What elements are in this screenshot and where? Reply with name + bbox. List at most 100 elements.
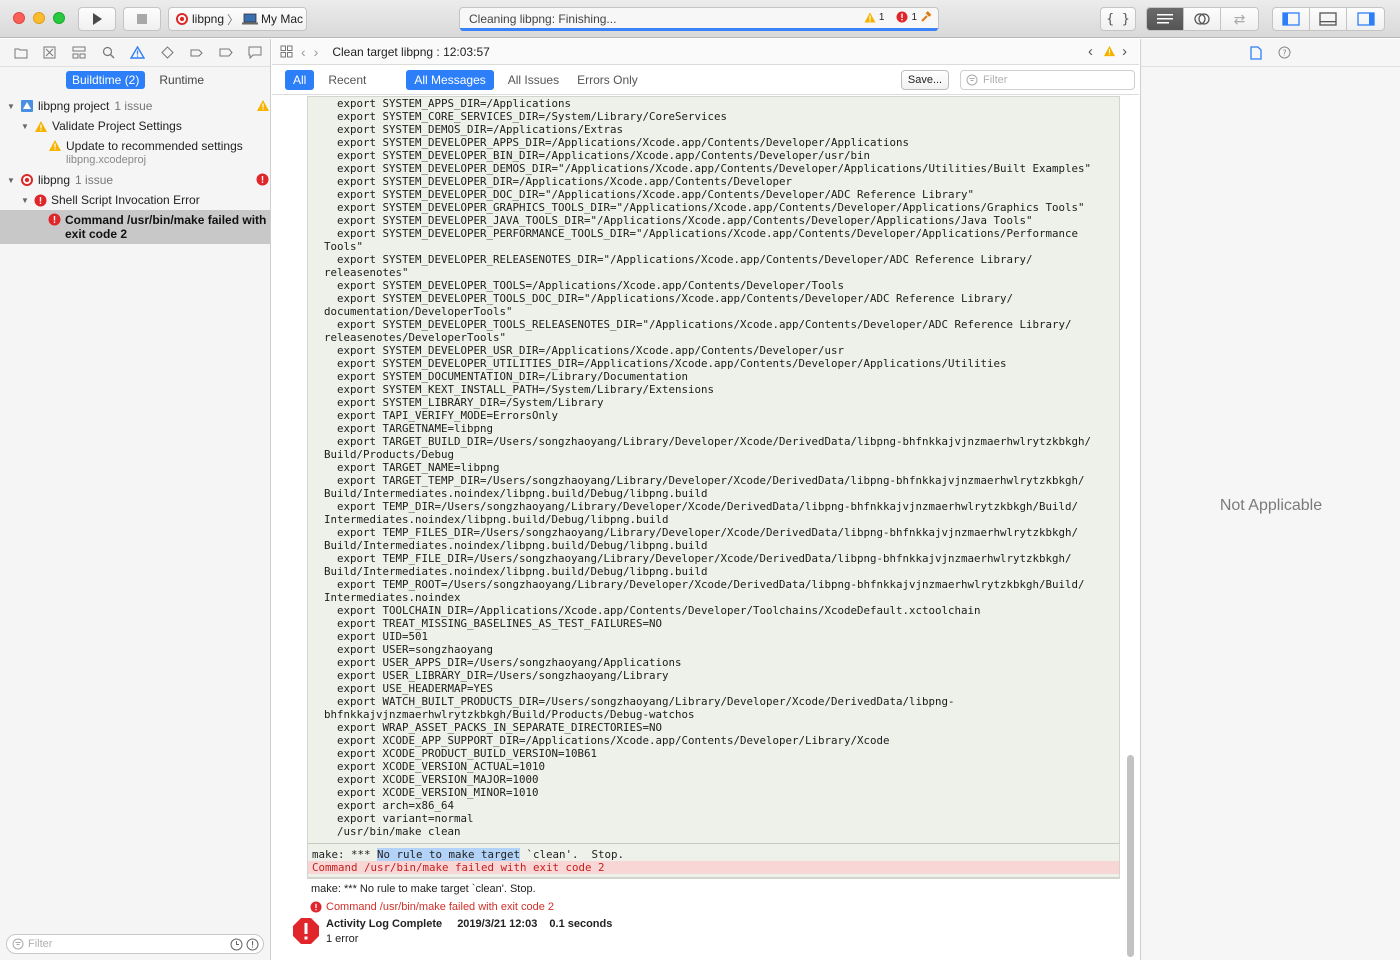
source-control-icon[interactable] <box>35 43 64 63</box>
grid-icon[interactable] <box>280 45 293 58</box>
issue-count: 1 issue <box>75 173 114 187</box>
tree-label: Update to recommended settings <box>66 139 243 153</box>
zoom-window-button[interactable] <box>53 12 65 24</box>
play-icon <box>93 13 102 25</box>
debug-icon[interactable] <box>182 43 211 63</box>
assistant-editor-button[interactable] <box>1184 8 1221 30</box>
previous-issue-icon[interactable]: ‹ <box>1088 43 1093 60</box>
tree-label: libpng <box>38 173 71 187</box>
activity-viewer[interactable]: Cleaning libpng: Finishing... 1 1 <box>459 7 939 31</box>
stop-button[interactable] <box>123 7 161 31</box>
issue-warning-icon[interactable] <box>123 43 152 63</box>
log-editor: ‹ › Clean target libpng : 12:03:57 ‹ › A… <box>272 39 1139 960</box>
tree-row-libpng-project[interactable]: ▼ libpng project 1 issue <box>0 96 270 116</box>
file-inspector-icon[interactable] <box>1250 45 1262 60</box>
error-icon <box>896 11 908 23</box>
warning-icon[interactable] <box>1103 45 1116 57</box>
highlighted-text: No rule to make target <box>377 848 521 861</box>
filter-icon <box>966 74 978 86</box>
tree-row-shell-script-error[interactable]: ▼ Shell Script Invocation Error <box>0 190 270 210</box>
search-icon[interactable] <box>94 43 123 63</box>
warning-icon <box>864 12 876 22</box>
forward-chevron-icon[interactable]: › <box>314 44 319 60</box>
log-title[interactable]: Clean target libpng : 12:03:57 <box>332 45 489 59</box>
complete-duration: 0.1 seconds <box>549 918 613 930</box>
navigator-filter-field[interactable]: Filter <box>6 934 264 954</box>
build-runtime-toggle: Buildtime (2) Runtime <box>0 67 270 93</box>
breakpoint-icon[interactable] <box>211 43 240 63</box>
error-count: 1 <box>911 11 917 23</box>
disclosure-down-icon[interactable]: ▼ <box>20 195 30 205</box>
tree-row-validate-settings[interactable]: ▼ Validate Project Settings <box>0 116 270 136</box>
back-chevron-icon[interactable]: ‹ <box>301 44 306 60</box>
filter-tab-errors-only[interactable]: Errors Only <box>569 70 646 90</box>
destination-name: My Mac <box>261 12 304 26</box>
filter-tab-all-messages[interactable]: All Messages <box>406 69 494 90</box>
warning-count: 1 <box>878 11 885 23</box>
next-issue-icon[interactable]: › <box>1122 43 1127 60</box>
disclosure-down-icon[interactable]: ▼ <box>6 101 16 111</box>
error-icon <box>256 173 269 186</box>
clock-icon[interactable] <box>230 938 243 951</box>
minimize-window-button[interactable] <box>33 12 45 24</box>
arrows-icon: ⇄ <box>1233 10 1246 27</box>
issue-tree: ▼ libpng project 1 issue ▼ Validate Proj… <box>0 96 270 244</box>
issue-filter-icon[interactable] <box>246 938 259 951</box>
save-button[interactable]: Save... <box>901 70 949 90</box>
tree-row-update-settings[interactable]: Update to recommended settings libpng.xc… <box>0 136 270 170</box>
error-icon <box>310 901 322 913</box>
log-filter-field[interactable]: Filter <box>960 70 1135 90</box>
help-inspector-icon[interactable]: ? <box>1278 46 1291 59</box>
standard-editor-button[interactable] <box>1147 8 1184 30</box>
close-window-button[interactable] <box>13 12 25 24</box>
error-message-row[interactable]: Command /usr/bin/make failed with exit c… <box>310 901 554 913</box>
library-button[interactable]: { } <box>1100 7 1136 31</box>
run-button[interactable] <box>78 7 116 31</box>
toggle-navigator-button[interactable] <box>1273 8 1310 30</box>
tab-buildtime[interactable]: Buildtime (2) <box>66 71 146 89</box>
make-output-line: make: *** No rule to make target `clean'… <box>308 844 1119 861</box>
complete-title: Activity Log Complete <box>326 918 443 930</box>
target-icon <box>176 13 188 25</box>
complete-date: 2019/3/21 12:03 <box>457 918 538 930</box>
issue-badges[interactable]: 1 1 <box>864 11 932 23</box>
version-editor-button[interactable]: ⇄ <box>1221 8 1258 30</box>
scheme-selector[interactable]: libpng 〉 My Mac <box>168 7 307 31</box>
activity-status-text: Cleaning libpng: Finishing... <box>469 12 617 26</box>
filter-tab-all-issues[interactable]: All Issues <box>500 70 567 90</box>
tree-row-libpng-target[interactable]: ▼ libpng 1 issue <box>0 170 270 190</box>
complete-error-count: 1 error <box>326 933 359 945</box>
tree-label: Shell Script Invocation Error <box>51 193 200 207</box>
issue-count: 1 issue <box>114 99 153 113</box>
disclosure-down-icon[interactable]: ▼ <box>6 175 16 185</box>
environment-exports: export SYSTEM_APPS_DIR=/Applications exp… <box>324 97 1092 838</box>
toggle-debug-area-button[interactable] <box>1310 8 1347 30</box>
window-toolbar: libpng 〉 My Mac Cleaning libpng: Finishi… <box>0 0 1400 38</box>
warning-icon <box>35 120 47 132</box>
test-diamond-icon[interactable] <box>153 43 182 63</box>
disclosure-down-icon[interactable]: ▼ <box>20 121 30 131</box>
mac-laptop-icon <box>242 13 259 25</box>
folder-icon[interactable] <box>6 43 35 63</box>
tree-row-command-failed[interactable]: Command /usr/bin/make failed with exit c… <box>0 210 270 244</box>
toggle-inspector-button[interactable] <box>1347 8 1384 30</box>
report-icon[interactable] <box>241 43 270 63</box>
tab-runtime[interactable]: Runtime <box>153 71 210 89</box>
project-icon <box>21 100 33 112</box>
not-applicable-label: Not Applicable <box>1219 497 1323 514</box>
filter-tab-all[interactable]: All <box>285 69 315 90</box>
editor-mode-control[interactable]: ⇄ <box>1146 7 1259 31</box>
scheme-name: libpng <box>192 12 225 26</box>
hierarchy-icon[interactable] <box>65 43 94 63</box>
filter-placeholder: Filter <box>28 938 53 950</box>
tree-sublabel: libpng.xcodeproj <box>66 154 147 166</box>
plain-make-output: make: *** No rule to make target `clean'… <box>311 883 536 895</box>
error-icon <box>48 213 61 226</box>
error-icon <box>34 194 47 206</box>
view-toggle-control[interactable] <box>1272 7 1385 31</box>
tree-label: Validate Project Settings <box>52 119 182 133</box>
vertical-scrollbar[interactable] <box>1127 755 1134 957</box>
inspector-tabs: ? <box>1141 39 1400 67</box>
filter-tab-recent[interactable]: Recent <box>320 70 374 90</box>
target-icon <box>21 174 33 186</box>
